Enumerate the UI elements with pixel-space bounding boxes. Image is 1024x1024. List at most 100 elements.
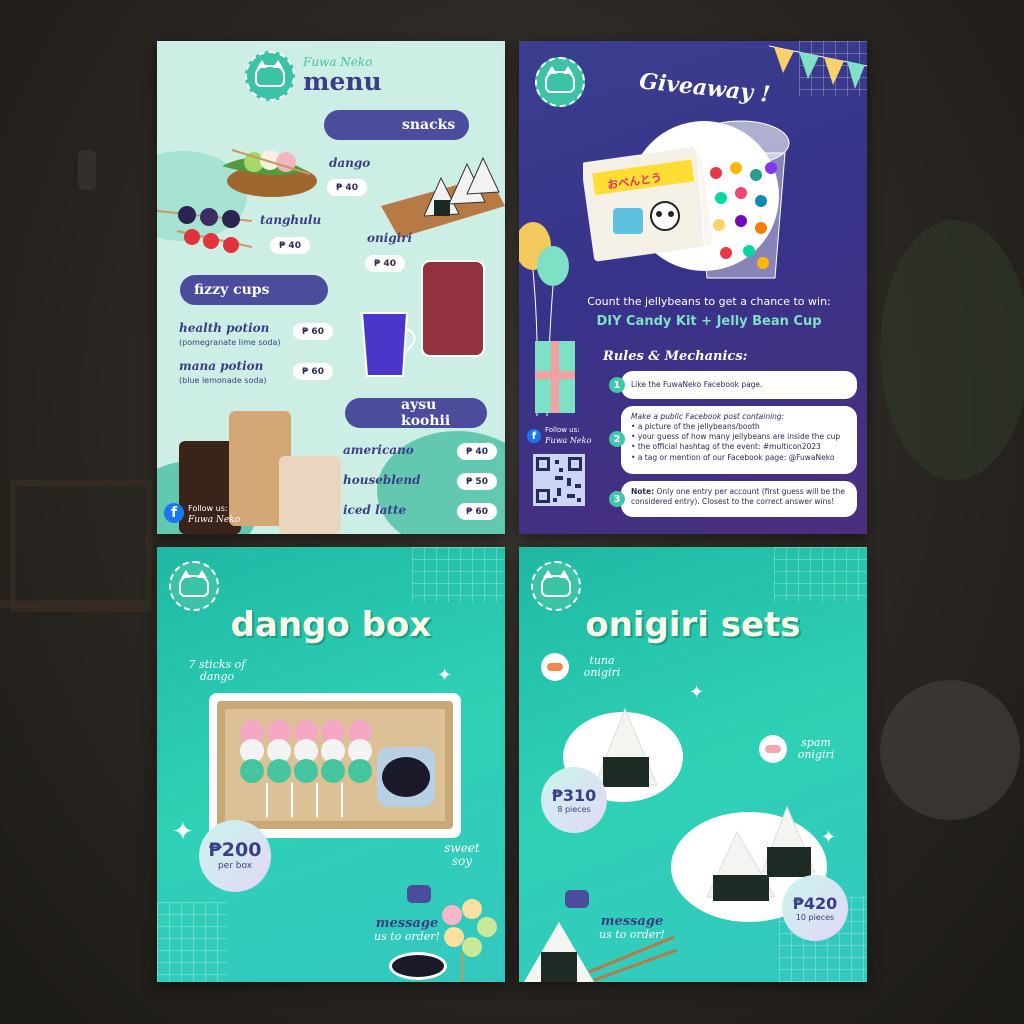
decor-grid [157, 902, 227, 982]
rule-3-text: Only one entry per account (first guess … [631, 487, 845, 507]
fuwa-neko-logo [531, 561, 581, 611]
potion-cups-image [360, 260, 485, 377]
section-snacks-label: snacks [402, 117, 456, 133]
item-americano-name: americano [343, 443, 414, 457]
item-tanghulu-price: ₱ 40 [270, 237, 310, 254]
rule-2-bullet-text: a tag or mention of our Facebook page: @… [637, 452, 835, 462]
item-americano-price: ₱ 40 [457, 443, 497, 460]
cat-icon [541, 570, 571, 597]
follow-name: Fuwa Neko [188, 515, 241, 525]
dango-price-unit: per box [217, 861, 253, 871]
cafe-chair [10, 480, 152, 612]
rule-2-intro: Make a public Facebook post containing: [631, 412, 785, 421]
cat-icon [255, 60, 285, 87]
soy-dish-decor [389, 952, 447, 980]
rule-1: Like the FuwaNeko Facebook page. [621, 371, 857, 399]
item-houseblend-price: ₱ 50 [457, 473, 497, 490]
giveaway-prize: DIY Candy Kit + Jelly Bean Cup [596, 314, 822, 329]
rule-2-bullet: • the official hashtag of the event: #mu… [631, 442, 821, 452]
tanghulu-image [157, 206, 252, 253]
spam-icon [759, 735, 787, 763]
item-tanghulu-name: tanghulu [260, 213, 322, 227]
rule-3: Note: Only one entry per account (first … [621, 481, 857, 517]
section-aysu-koohii: aysu koohii [345, 397, 487, 429]
item-dango-name: dango [329, 156, 371, 170]
section-coffee-label: aysu koohii [401, 397, 451, 429]
facebook-icon[interactable]: f [164, 503, 184, 523]
onigiri-decor [524, 922, 678, 982]
onigiri-sets-poster: onigiri sets tuna onigiri spam onigiri ✦… [519, 547, 867, 982]
soy-note: sweet soy [444, 841, 480, 868]
rule-2: Make a public Facebook post containing: … [621, 406, 857, 474]
cat-icon [179, 570, 209, 597]
plant-pot [880, 680, 1020, 820]
onigiri-small-unit: 8 pieces [557, 805, 591, 814]
sticks-note: 7 sticks of dango [188, 658, 246, 683]
item-health-potion-price: ₱ 60 [293, 323, 333, 340]
giveaway-poster: Giveaway ! おべんとう Count the jellybeans to… [519, 41, 867, 534]
fuwa-neko-logo [535, 57, 585, 107]
chat-bubble-icon [565, 890, 589, 908]
rule-2-bullet: • a picture of the jellybeans/booth [631, 422, 760, 432]
rule-2-bullet-text: your guess of how many jellybeans are in… [637, 432, 841, 442]
item-mana-potion-name: mana potion [179, 359, 264, 373]
giveaway-prompt: Count the jellybeans to get a chance to … [587, 295, 831, 308]
dango-box-title: dango box [230, 605, 432, 645]
menu-title: menu [303, 67, 382, 96]
rule-3-note: Note: [631, 487, 655, 496]
onigiri-large-price-badge: ₱420 10 pieces [782, 875, 848, 941]
item-houseblend-name: houseblend [343, 473, 421, 487]
cafe-table [0, 600, 150, 908]
sparkle-icon: ✦ [689, 682, 705, 703]
rule-3-number: 3 [609, 491, 625, 507]
onigiri-small-price: ₱310 [551, 786, 597, 805]
gift-box-decor [535, 341, 575, 413]
chat-bubble-icon [407, 885, 431, 903]
item-health-potion-name: health potion [179, 321, 270, 335]
item-iced-latte-name: iced latte [343, 503, 407, 517]
tuna-icon [541, 653, 569, 681]
dango-price-badge: ₱200 per box [199, 820, 271, 892]
section-fizzy-label: fizzy cups [194, 282, 270, 298]
follow-label: Follow us: [188, 504, 228, 513]
rule-2-bullet: • your guess of how many jellybeans are … [631, 432, 841, 442]
onigiri-large-unit: 10 pieces [795, 913, 835, 922]
section-fizzy-cups: fizzy cups [180, 275, 328, 305]
spam-label: spam onigiri [797, 736, 835, 761]
rule-1-number: 1 [609, 377, 625, 393]
dango-price: ₱200 [208, 839, 262, 861]
follow-label: Follow us: [545, 426, 580, 434]
fuwa-neko-logo [245, 51, 295, 101]
item-onigiri-name: onigiri [367, 231, 413, 245]
plant-leaves [880, 220, 1024, 480]
follow-name: Fuwa Neko [545, 436, 592, 445]
rule-1-text: Like the FuwaNeko Facebook page. [631, 380, 763, 389]
menu-poster: Fuwa Neko menu snacks dango ₱ 40 tanghul… [157, 41, 505, 534]
dango-box-poster: dango box 7 sticks of dango ✦ ✦ ₱200 per… [157, 547, 505, 982]
sparkle-icon: ✦ [172, 817, 194, 847]
rule-2-number: 2 [609, 431, 625, 447]
rule-2-bullet: • a tag or mention of our Facebook page:… [631, 452, 835, 462]
fuwa-neko-logo [169, 561, 219, 611]
tuna-label: tuna onigiri [583, 654, 621, 679]
facebook-icon[interactable]: f [527, 429, 541, 443]
wall-lamp [78, 150, 96, 190]
rule-2-bullet-text: the official hashtag of the event: #mult… [637, 442, 821, 452]
sparkle-icon: ✦ [437, 665, 453, 686]
onigiri-sets-title: onigiri sets [585, 605, 801, 645]
onigiri-small-price-badge: ₱310 8 pieces [541, 767, 607, 833]
item-iced-latte-price: ₱ 60 [457, 503, 497, 520]
bunting-decor [769, 45, 867, 89]
dango-plate-image [222, 149, 317, 197]
jellybean-cup-image [692, 120, 790, 279]
decor-grid [412, 547, 505, 602]
qr-code[interactable] [533, 454, 585, 506]
item-dango-price: ₱ 40 [327, 179, 367, 196]
rule-2-bullet-text: a picture of the jellybeans/booth [637, 422, 760, 432]
dango-box-image [209, 693, 461, 838]
onigiri-plate-image [381, 156, 505, 238]
item-health-potion-desc: (pomegranate lime soda) [179, 338, 281, 347]
cat-icon [545, 66, 575, 93]
item-mana-potion-price: ₱ 60 [293, 363, 333, 380]
item-mana-potion-desc: (blue lemonade soda) [179, 376, 267, 385]
